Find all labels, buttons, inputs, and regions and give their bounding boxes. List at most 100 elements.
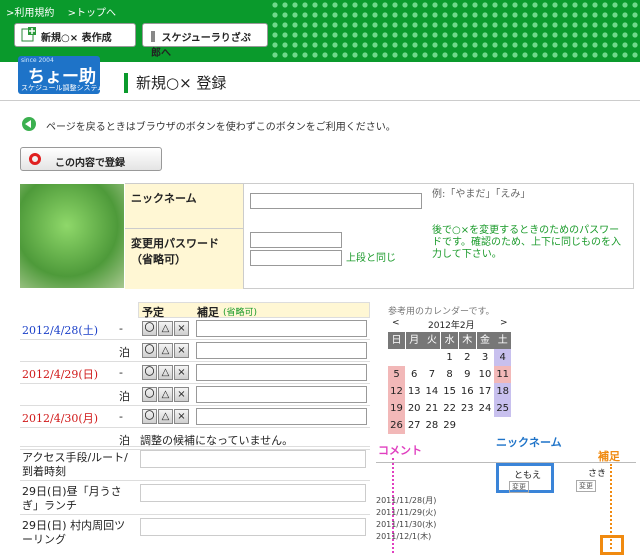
batsu-button[interactable]: × — [174, 409, 189, 424]
batsu-button[interactable]: × — [174, 321, 189, 336]
password-same-hint: 上段と同じ — [346, 253, 396, 264]
question-input[interactable] — [140, 518, 366, 536]
question-input[interactable] — [140, 450, 366, 468]
calendar-day: 5 — [388, 366, 405, 383]
calendar-day: 9 — [464, 369, 471, 380]
sankaku-button[interactable]: △ — [158, 343, 173, 358]
sample-table: ともえ 変更 さき 変更 2011/11/28(月) 2011/11/29(火)… — [376, 462, 636, 555]
calendar-day: 27 — [407, 420, 421, 431]
password-label-text: 変更用パスワード（省略可） — [131, 237, 219, 266]
schedule-date: 2012/4/29(日) — [22, 368, 98, 381]
circle-icon — [29, 153, 41, 165]
calendar-day: 25 — [494, 400, 512, 417]
batsu-button[interactable]: × — [174, 365, 189, 380]
calendar-day: 20 — [407, 403, 421, 414]
nickname-input[interactable] — [250, 193, 422, 209]
question-label: 29日(日)昼「月うさぎ」ランチ — [22, 485, 122, 512]
calendar-day: 22 — [443, 403, 456, 414]
back-arrow-icon — [22, 117, 36, 131]
calendar-prev-button[interactable]: < — [392, 318, 400, 328]
sankaku-button[interactable]: △ — [158, 409, 173, 424]
nickname-callout: ニックネーム — [496, 436, 562, 449]
sankaku-button[interactable]: △ — [158, 387, 173, 402]
batsu-button[interactable]: × — [174, 343, 189, 358]
new-table-button[interactable]: 新規○× 表作成 — [14, 23, 136, 47]
header-bar: >利用規約 >トップへ 新規○× 表作成 スケジューラりざぷ郎へ — [0, 0, 640, 62]
sample-change-2: 変更 — [576, 480, 596, 492]
sample-row: 2011/12/1(木) — [376, 532, 432, 541]
logo[interactable]: since 2004 ちょー助 スケジュール調整システム — [18, 56, 104, 94]
calendar-day: 12 — [388, 383, 405, 400]
schedule-dash: - — [119, 410, 123, 423]
password-input[interactable] — [250, 232, 342, 248]
schedule-dash: - — [119, 322, 123, 335]
note-optional: (省略可) — [223, 308, 258, 318]
schedule-date: 2012/4/28(土) — [22, 324, 98, 337]
question-row: 29日(日)昼「月うさぎ」ランチ — [20, 480, 370, 514]
scheduler-button[interactable]: スケジューラりざぷ郎へ — [142, 23, 268, 59]
maru-button[interactable]: 〇 — [142, 409, 157, 424]
calendar-day: 29 — [443, 420, 456, 431]
calendar-weekday: 土 — [494, 332, 512, 349]
calendar-day: 8 — [446, 369, 453, 380]
schedule-stay-row: 泊〇 △ × — [20, 340, 370, 362]
note-input[interactable] — [196, 342, 367, 359]
sample-row: 2011/11/29(火) — [376, 508, 437, 517]
calendar-day: 10 — [478, 369, 492, 380]
note-input[interactable] — [196, 386, 367, 403]
hosoku-highlight — [600, 535, 624, 555]
sankaku-button[interactable]: △ — [158, 365, 173, 380]
bar-icon — [151, 31, 155, 42]
calendar-day: 16 — [460, 386, 474, 397]
top-link[interactable]: >トップへ — [68, 8, 116, 19]
notice-text: ページを戻るときはブラウザのボタンを使わずこのボタンをご利用ください。 — [46, 122, 396, 133]
schedule-header: 予定 補足 (省略可) — [138, 302, 370, 319]
calendar-day: 2 — [464, 352, 471, 363]
password-label: 変更用パスワード（省略可） — [125, 228, 244, 289]
calendar-weekday: 火 — [423, 332, 441, 349]
calendar-day: 6 — [411, 369, 418, 380]
calendar-weekday: 水 — [441, 332, 459, 349]
note-input[interactable] — [196, 320, 367, 337]
batsu-button[interactable]: × — [174, 387, 189, 402]
schedule-dash: - — [119, 366, 123, 379]
sample-name-1: ともえ — [514, 471, 542, 481]
calendar-month: 2012年2月 — [428, 321, 475, 331]
password-confirm-input[interactable] — [250, 250, 342, 266]
header-pattern — [270, 0, 640, 62]
schedule-row: 2012/4/28(土) - 〇 △ × — [20, 318, 370, 340]
maru-button[interactable]: 〇 — [142, 343, 157, 358]
note-input[interactable] — [196, 408, 367, 425]
terms-link[interactable]: >利用規約 — [6, 8, 54, 19]
top-links: >利用規約 >トップへ — [6, 4, 126, 19]
maru-button[interactable]: 〇 — [142, 321, 157, 336]
register-label: この内容で登録 — [55, 158, 125, 169]
nickname-label-text: ニックネーム — [131, 192, 197, 205]
calendar-day: 1 — [446, 352, 453, 363]
question-input[interactable] — [140, 484, 366, 502]
maru-button[interactable]: 〇 — [142, 387, 157, 402]
avatar — [20, 184, 124, 288]
maru-button[interactable]: 〇 — [142, 365, 157, 380]
sankaku-button[interactable]: △ — [158, 321, 173, 336]
sample-row: 2011/11/28(月) — [376, 496, 437, 505]
schedule-row: 2012/4/29(日) - 〇 △ × — [20, 362, 370, 384]
calendar-day: 26 — [388, 417, 405, 434]
calendar-day: 28 — [425, 420, 439, 431]
calendar-caption: 参考用のカレンダーです。 — [388, 307, 495, 317]
nickname-highlight: ともえ 変更 — [496, 463, 554, 493]
calendar-next-button[interactable]: > — [500, 318, 508, 328]
calendar-day: 7 — [428, 369, 436, 380]
sample-row: 2011/11/30(水) — [376, 520, 437, 529]
register-button[interactable]: この内容で登録 — [20, 147, 162, 171]
password-hint: 後で○×を変更するときのためのパスワードです。確認のため、上下に同じものを入力し… — [432, 225, 621, 260]
calendar-day: 24 — [478, 403, 492, 414]
calendar-day: 18 — [494, 383, 512, 400]
schedule-date: 2012/4/30(月) — [22, 412, 98, 425]
note-input[interactable] — [196, 364, 367, 381]
scheduler-label: スケジューラりざぷ郎へ — [151, 33, 251, 59]
stay-label: 泊 — [119, 346, 130, 359]
divider — [0, 100, 640, 101]
calendar-day: 15 — [443, 386, 456, 397]
nickname-hint: 例:「やまだ」「えみ」 — [432, 189, 531, 200]
